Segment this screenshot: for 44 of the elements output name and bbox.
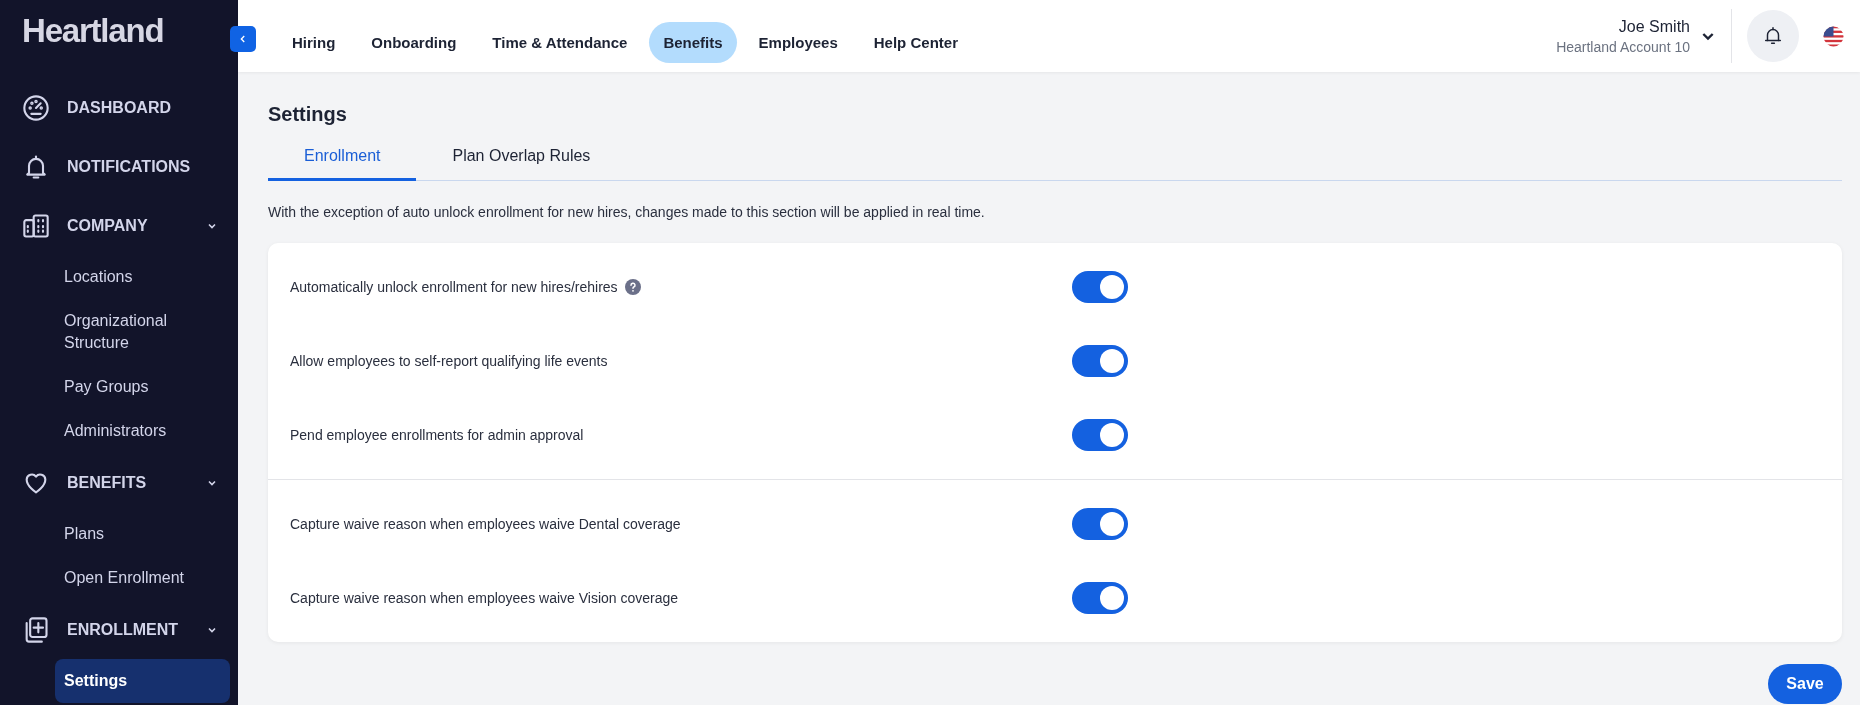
setting-label: Automatically unlock enrollment for new hires/rehires <box>290 279 618 295</box>
save-button[interactable]: Save <box>1768 664 1842 704</box>
sidebar-subitem[interactable]: Settings <box>55 659 230 703</box>
toggle-switch[interactable] <box>1072 419 1128 451</box>
toggle-switch[interactable] <box>1072 345 1128 377</box>
sidebar-subitem[interactable]: Administrators <box>55 409 230 453</box>
bell-icon <box>1762 25 1784 47</box>
chevron-left-icon <box>238 34 248 44</box>
nav-tab[interactable]: Benefits <box>649 21 737 63</box>
sidebar-subitem[interactable]: Organizational Structure <box>55 299 230 365</box>
nav-tab[interactable]: Help Center <box>859 21 972 63</box>
nav-tab[interactable]: Employees <box>744 21 852 63</box>
sidebar-subitem[interactable]: Open Enrollment <box>55 556 230 600</box>
setting-label: Capture waive reason when employees waive Vision coverage <box>290 590 679 606</box>
sidebar-item[interactable]: DASHBOARD <box>0 78 238 137</box>
flag-icon[interactable] <box>1823 25 1844 47</box>
toggle-switch[interactable] <box>1072 271 1128 303</box>
setting-label: Pend employee enrollments for admin approval <box>290 427 584 443</box>
page-title: Settings <box>268 102 348 126</box>
logo: Heartland <box>21 11 165 51</box>
sidebar-subitem[interactable]: Pay Groups <box>55 365 230 409</box>
nav-tab[interactable]: Time & Attendance <box>478 21 642 63</box>
account-name: Heartland Account 10 <box>1556 38 1690 55</box>
setting-label: Allow employees to self-report qualifying life events <box>290 353 608 369</box>
tab[interactable]: Plan Overlap Rules <box>416 136 627 181</box>
notifications-button[interactable] <box>1747 10 1799 62</box>
sidebar-item[interactable]: COMPANY <box>0 196 238 255</box>
sidebar-item[interactable]: BENEFITS <box>0 453 238 512</box>
gauge-icon <box>22 93 50 122</box>
building-icon <box>22 211 50 240</box>
sidebar-subitem[interactable]: Locations <box>55 255 230 299</box>
description-text: With the exception of auto unlock enrollment for new hires, changes made to this section will be applied in real time. <box>268 203 986 221</box>
nav-tab[interactable]: Hiring <box>278 21 350 63</box>
collapse-button[interactable] <box>230 26 256 52</box>
sidebar-item[interactable]: ENROLLMENT <box>0 600 238 659</box>
user-name[interactable]: Joe Smith <box>1618 17 1690 36</box>
setting-label: Capture waive reason when employees waive Dental coverage <box>290 516 681 532</box>
sidebar-item[interactable]: NOTIFICATIONS <box>0 137 238 196</box>
sidebar-subitem[interactable]: Plans <box>55 512 230 556</box>
toggle-switch[interactable] <box>1072 582 1128 614</box>
nav-tab[interactable]: Onboarding <box>357 21 471 63</box>
tab[interactable]: Enrollment <box>268 136 417 181</box>
help-icon[interactable] <box>624 279 641 295</box>
toggle-switch[interactable] <box>1072 508 1128 540</box>
